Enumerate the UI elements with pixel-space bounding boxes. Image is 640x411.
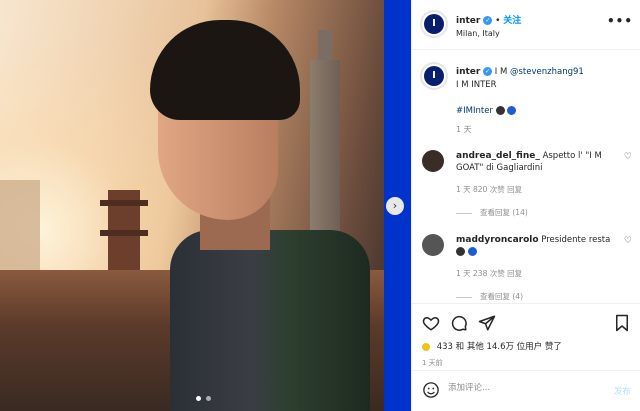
carousel-next-button[interactable]: ›	[386, 197, 404, 215]
view-replies-button[interactable]: 查看回复 (14)	[456, 207, 528, 218]
comment-item: maddyroncarolo Presidente resta ♡ 1 天 23…	[422, 234, 632, 304]
post-comment-button[interactable]: 发布	[614, 385, 631, 397]
author-line: inter ✓ • 关注	[456, 13, 521, 26]
commenter-avatar[interactable]	[422, 234, 444, 256]
verified-badge-icon: ✓	[483, 16, 493, 25]
photo-person	[150, 20, 370, 411]
view-replies-button[interactable]: 查看回复 (4)	[456, 291, 523, 302]
caption-username[interactable]: inter	[456, 67, 480, 77]
caption-prefix: I M	[494, 67, 510, 77]
comment-text: andrea_del_fine_ Aspetto l' "I M GOAT" d…	[456, 150, 616, 174]
author-username[interactable]: inter	[456, 16, 480, 26]
verified-badge-icon: ✓	[483, 67, 493, 76]
post-side-panel: inter ✓ • 关注 Milan, Italy ••• inter ✓ I …	[411, 0, 640, 411]
commenter-avatar[interactable]	[422, 150, 444, 172]
post-header: inter ✓ • 关注 Milan, Italy •••	[412, 0, 640, 50]
caption-time: 1 天	[456, 125, 472, 134]
replies-divider	[456, 212, 472, 214]
comment-meta[interactable]: 1 天 820 次赞 回复	[456, 184, 522, 195]
bookmark-icon[interactable]	[613, 314, 631, 332]
comment-username[interactable]: andrea_del_fine_	[456, 151, 540, 161]
replies-divider	[456, 296, 472, 298]
view-replies-label: 查看回复 (4)	[480, 292, 524, 301]
comment-icon[interactable]	[450, 314, 468, 332]
caption-text: inter ✓ I M @stevenzhang91 I M INTER #IM…	[456, 66, 636, 118]
separator: •	[495, 16, 501, 26]
caption-line2: I M INTER	[456, 80, 497, 90]
photo-pagoda	[100, 190, 148, 280]
photo-jacket	[170, 230, 370, 411]
caption-avatar[interactable]	[420, 62, 448, 90]
more-options-icon[interactable]: •••	[607, 14, 633, 28]
comment-input[interactable]	[448, 383, 598, 393]
comment-item: andrea_del_fine_ Aspetto l' "I M GOAT" d…	[422, 150, 632, 220]
emoji-icon[interactable]	[422, 381, 440, 399]
liker-avatar	[422, 342, 430, 351]
comment-meta[interactable]: 1 天 238 次赞 回复	[456, 268, 522, 279]
carousel-indicator	[196, 396, 211, 401]
comment-username[interactable]: maddyroncarolo	[456, 235, 539, 245]
add-comment-bar: 发布	[412, 370, 640, 411]
comment-like-heart-icon[interactable]: ♡	[624, 152, 632, 162]
comment-like-heart-icon[interactable]: ♡	[624, 236, 632, 246]
carousel-dot-active	[196, 396, 201, 401]
location-link[interactable]: Milan, Italy	[456, 29, 500, 38]
comment-body: Presidente resta	[541, 235, 611, 245]
caption-hashtag[interactable]: #IMInter	[456, 106, 493, 116]
author-avatar[interactable]	[420, 10, 448, 38]
comment-text: maddyroncarolo Presidente resta	[456, 234, 616, 258]
likes-count: 433	[436, 342, 453, 352]
post-photo[interactable]	[0, 0, 384, 411]
follow-button[interactable]: 关注	[503, 16, 521, 26]
share-icon[interactable]	[478, 314, 496, 332]
likes-summary[interactable]: 433 和 其他 14.6万 位用户 赞了	[422, 340, 562, 352]
blue-circle-emoji-icon	[467, 247, 477, 256]
carousel-dot	[206, 396, 211, 401]
black-circle-emoji-icon	[456, 247, 465, 256]
blue-circle-emoji-icon	[507, 106, 517, 115]
photo-hair	[150, 20, 300, 120]
chevron-right-icon: ›	[392, 199, 398, 212]
view-replies-label: 查看回复 (14)	[480, 208, 528, 217]
caption-mention[interactable]: @stevenzhang91	[510, 67, 584, 77]
black-circle-emoji-icon	[495, 106, 505, 115]
post-time: 1 天前	[422, 359, 443, 367]
likes-others: 和 其他 14.6万 位用户 赞了	[455, 342, 562, 352]
heart-icon[interactable]	[422, 314, 440, 332]
